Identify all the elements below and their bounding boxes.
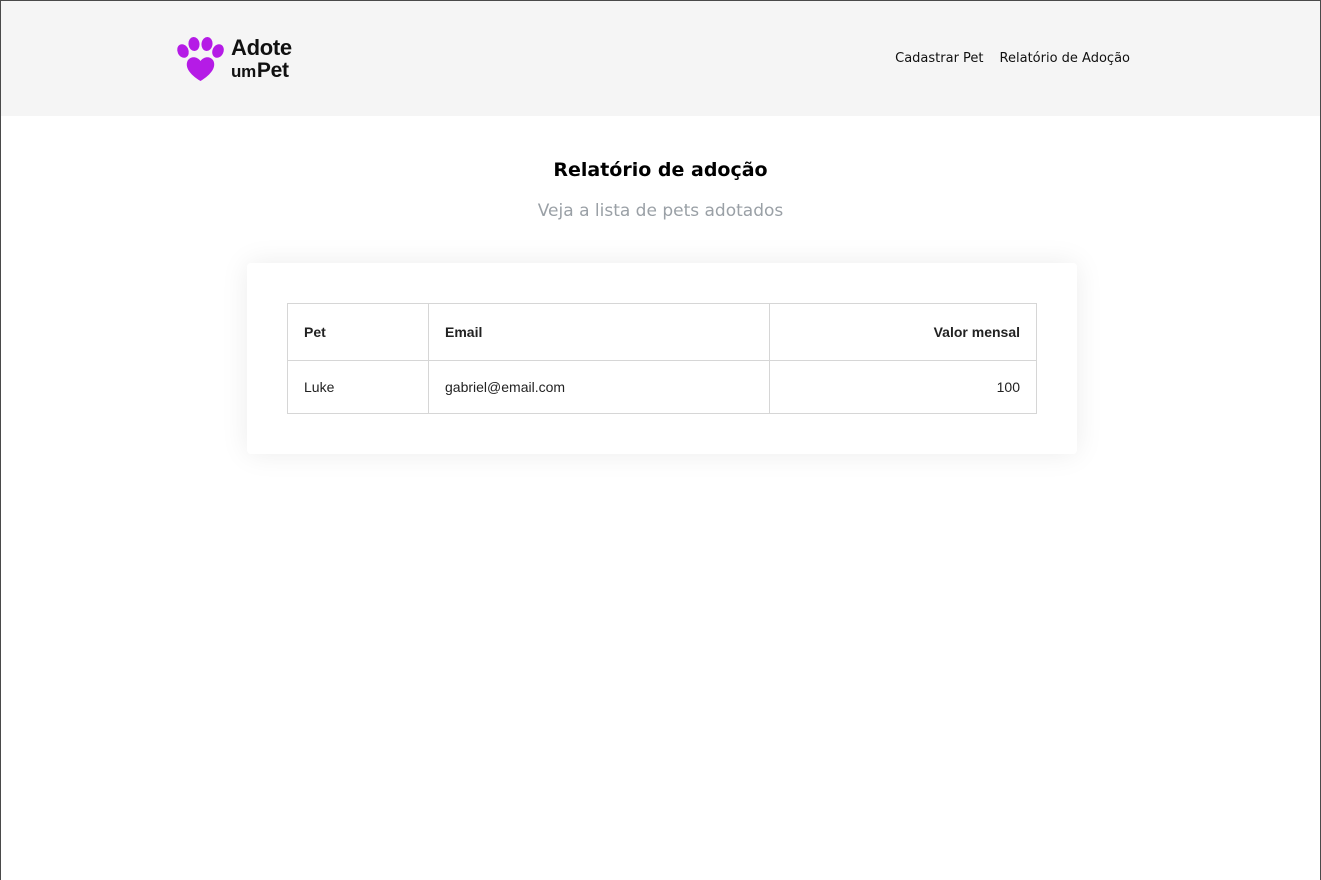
logo[interactable]: Adote umPet xyxy=(175,37,305,83)
header: Adote umPet Cadastrar Pet Relatório de A… xyxy=(1,1,1320,116)
cell-email: gabriel@email.com xyxy=(428,360,770,414)
cell-pet: Luke xyxy=(287,360,429,414)
page-subtitle: Veja a lista de pets adotados xyxy=(537,201,784,221)
report-card: Pet Email Valor mensal Luke gabriel@emai… xyxy=(247,263,1077,454)
main-nav: Cadastrar Pet Relatório de Adoção xyxy=(895,51,1130,66)
nav-cadastrar-pet[interactable]: Cadastrar Pet xyxy=(895,51,983,66)
header-pet: Pet xyxy=(287,303,429,361)
logo-line2: umPet xyxy=(231,60,292,81)
table-header-row: Pet Email Valor mensal xyxy=(287,303,1037,361)
header-valor-mensal: Valor mensal xyxy=(769,303,1037,361)
logo-pet: Pet xyxy=(256,59,289,82)
logo-line1: Adote xyxy=(231,35,292,60)
logo-um: um xyxy=(231,62,256,81)
nav-relatorio-adocao[interactable]: Relatório de Adoção xyxy=(1000,51,1130,66)
paw-heart-icon xyxy=(177,37,224,81)
page-title: Relatório de adoção xyxy=(553,159,768,181)
table-row: Luke gabriel@email.com 100 xyxy=(287,360,1037,414)
logo-text: Adote umPet xyxy=(231,35,292,82)
adoption-table: Pet Email Valor mensal Luke gabriel@emai… xyxy=(287,303,1037,414)
cell-valor-mensal: 100 xyxy=(769,360,1037,414)
header-email: Email xyxy=(428,303,770,361)
